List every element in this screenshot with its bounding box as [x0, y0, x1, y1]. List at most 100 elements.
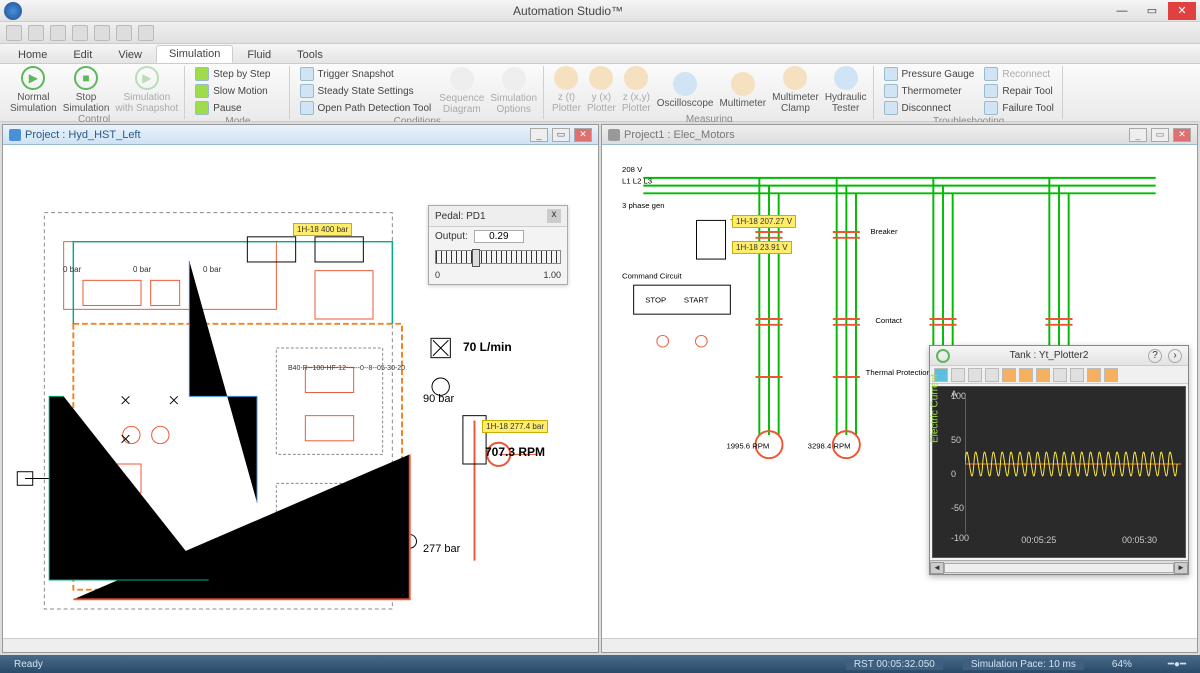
- thermometer-button[interactable]: Thermometer: [882, 83, 977, 99]
- plotter-tool-4[interactable]: [985, 368, 999, 382]
- disconnect-button[interactable]: Disconnect: [882, 100, 977, 116]
- window-close-button[interactable]: ✕: [1168, 2, 1196, 20]
- svg-text:208 V: 208 V: [622, 165, 643, 174]
- scroll-left-icon[interactable]: ◄: [930, 562, 944, 574]
- pedal-output-input[interactable]: [474, 230, 524, 243]
- plotter-help-button[interactable]: ?: [1148, 349, 1162, 363]
- trigger-snapshot-button[interactable]: Trigger Snapshot: [298, 66, 434, 82]
- pedal-close-button[interactable]: x: [547, 209, 561, 223]
- project-icon: [9, 129, 21, 141]
- failure-tool-button[interactable]: Failure Tool: [982, 100, 1056, 116]
- qat-undo-icon[interactable]: [28, 25, 44, 41]
- repair-tool-button[interactable]: Repair Tool: [982, 83, 1056, 99]
- window-minimize-button[interactable]: —: [1108, 2, 1136, 20]
- scroll-track[interactable]: [944, 563, 1174, 573]
- pressure-mid-readout: 90 bar: [423, 393, 454, 405]
- yx-plotter-button[interactable]: y (x) Plotter: [587, 66, 616, 114]
- left-pane-body[interactable]: 1H-18 400 bar 1H-18 277.4 bar 70 L/min 9…: [3, 145, 598, 638]
- reconnect-button[interactable]: Reconnect: [982, 66, 1056, 82]
- ribbon-group-troubleshooting: Pressure Gauge Thermometer Disconnect Re…: [876, 66, 1063, 119]
- elec-tag1: 1H-18 207.27 V: [732, 215, 796, 228]
- slow-motion-button[interactable]: Slow Motion: [193, 83, 272, 99]
- svg-text:L1 L2 L3: L1 L2 L3: [622, 177, 652, 186]
- ribbon-group-control: ▶Normal Simulation ■Stop Simulation ▶Sim…: [4, 66, 185, 119]
- plotter-tool-11[interactable]: [1104, 368, 1118, 382]
- right-pane-body[interactable]: 208 V L1 L2 L3 3 phase gen Transformer B…: [602, 145, 1197, 638]
- qat-fwd-icon[interactable]: [94, 25, 110, 41]
- cyl0b: 0 bar: [133, 265, 151, 274]
- tab-simulation[interactable]: Simulation: [156, 45, 233, 63]
- ribbon-group-mode: Step by Step Slow Motion Pause Mode: [187, 66, 289, 119]
- right-pane: Project1 : Elec_Motors _ ▭ ✕: [601, 124, 1198, 653]
- pane-close-button[interactable]: ✕: [1173, 128, 1191, 142]
- plotter-window[interactable]: Tank : Yt_Plotter2 ? ›: [929, 345, 1189, 575]
- status-bar: Ready RST 00:05:32.050 Simulation Pace: …: [0, 655, 1200, 673]
- sequence-diagram-button[interactable]: Sequence Diagram: [439, 67, 484, 115]
- pane-max-button[interactable]: ▭: [552, 128, 570, 142]
- pane-min-button[interactable]: _: [530, 128, 548, 142]
- qat-save-icon[interactable]: [6, 25, 22, 41]
- pane-close-button[interactable]: ✕: [574, 128, 592, 142]
- pause-button[interactable]: Pause: [193, 100, 272, 116]
- tab-fluid[interactable]: Fluid: [235, 47, 283, 63]
- steady-state-button[interactable]: Steady State Settings: [298, 83, 434, 99]
- plotter-tool-9[interactable]: [1070, 368, 1084, 382]
- plotter-title: Tank : Yt_Plotter2: [956, 350, 1142, 361]
- qat-play-icon[interactable]: [138, 25, 154, 41]
- multimeter-clamp-button[interactable]: Multimeter Clamp: [772, 66, 819, 114]
- pane-min-button[interactable]: _: [1129, 128, 1147, 142]
- tab-view[interactable]: View: [106, 47, 154, 63]
- plotter-header[interactable]: Tank : Yt_Plotter2 ? ›: [930, 346, 1188, 366]
- svg-text:START: START: [684, 296, 709, 305]
- right-pane-hscroll[interactable]: [602, 638, 1197, 652]
- zxy-plotter-button[interactable]: z (x,y) Plotter: [622, 66, 651, 114]
- tab-home[interactable]: Home: [6, 47, 59, 63]
- plotter-tool-3[interactable]: [968, 368, 982, 382]
- cyl0c: 0 bar: [203, 265, 221, 274]
- window-maximize-button[interactable]: ▭: [1138, 2, 1166, 20]
- app-title: Automation Studio™: [28, 4, 1108, 18]
- multimeter-button[interactable]: Multimeter: [719, 72, 766, 109]
- plotter-tool-10[interactable]: [1087, 368, 1101, 382]
- plotter-expand-button[interactable]: ›: [1168, 349, 1182, 363]
- pane-max-button[interactable]: ▭: [1151, 128, 1169, 142]
- pedal-panel[interactable]: Pedal: PD1 x Output: 0 1.00: [428, 205, 568, 285]
- left-pane-title: Project : Hyd_HST_Left: [25, 129, 526, 141]
- hydraulic-tester-button[interactable]: Hydraulic Tester: [825, 66, 867, 114]
- qat-redo-icon[interactable]: [50, 25, 66, 41]
- scroll-right-icon[interactable]: ►: [1174, 562, 1188, 574]
- busbar-label: B40-R--100-HF-12------0--8--05-30-20: [288, 365, 405, 372]
- pedal-slider-thumb[interactable]: [472, 249, 480, 267]
- workspace: Project : Hyd_HST_Left _ ▭ ✕: [0, 122, 1200, 655]
- open-path-button[interactable]: Open Path Detection Tool: [298, 100, 434, 116]
- tab-tools[interactable]: Tools: [285, 47, 335, 63]
- simulation-options-button[interactable]: Simulation Options: [490, 67, 537, 115]
- normal-simulation-button[interactable]: ▶Normal Simulation: [10, 66, 57, 114]
- step-by-step-button[interactable]: Step by Step: [193, 66, 272, 82]
- plotter-tool-6[interactable]: [1019, 368, 1033, 382]
- plotter-tool-5[interactable]: [1002, 368, 1016, 382]
- rpm-readout: 707.3 RPM: [485, 445, 545, 459]
- qat-back-icon[interactable]: [72, 25, 88, 41]
- zt-plotter-button[interactable]: z (t) Plotter: [552, 66, 581, 114]
- plotter-tool-7[interactable]: [1036, 368, 1050, 382]
- pedal-slider[interactable]: [429, 246, 567, 270]
- plotter-tool-8[interactable]: [1053, 368, 1067, 382]
- plotter-power-icon[interactable]: [936, 349, 950, 363]
- stop-simulation-button[interactable]: ■Stop Simulation: [63, 66, 110, 114]
- pressure-gauge-button[interactable]: Pressure Gauge: [882, 66, 977, 82]
- svg-text:Command Circuit: Command Circuit: [622, 271, 682, 280]
- qat-stop-icon[interactable]: [116, 25, 132, 41]
- simulation-with-snapshot-button[interactable]: ▶Simulation with Snapshot: [115, 66, 178, 114]
- plotter-tool-2[interactable]: [951, 368, 965, 382]
- status-zoom-slider[interactable]: ━●━: [1160, 659, 1194, 670]
- svg-text:1995.6 RPM: 1995.6 RPM: [726, 442, 769, 451]
- left-pane-hscroll[interactable]: [3, 638, 598, 652]
- plotter-chart[interactable]: Electric Current A 100 50 0 -50 -100 00:…: [932, 386, 1186, 558]
- plotter-toolbar: [930, 366, 1188, 384]
- plotter-hscroll[interactable]: ◄ ►: [930, 560, 1188, 574]
- pedal-title-bar[interactable]: Pedal: PD1 x: [429, 206, 567, 227]
- oscilloscope-button[interactable]: Oscilloscope: [657, 72, 714, 109]
- status-pct: 64%: [1104, 659, 1140, 670]
- tab-edit[interactable]: Edit: [61, 47, 104, 63]
